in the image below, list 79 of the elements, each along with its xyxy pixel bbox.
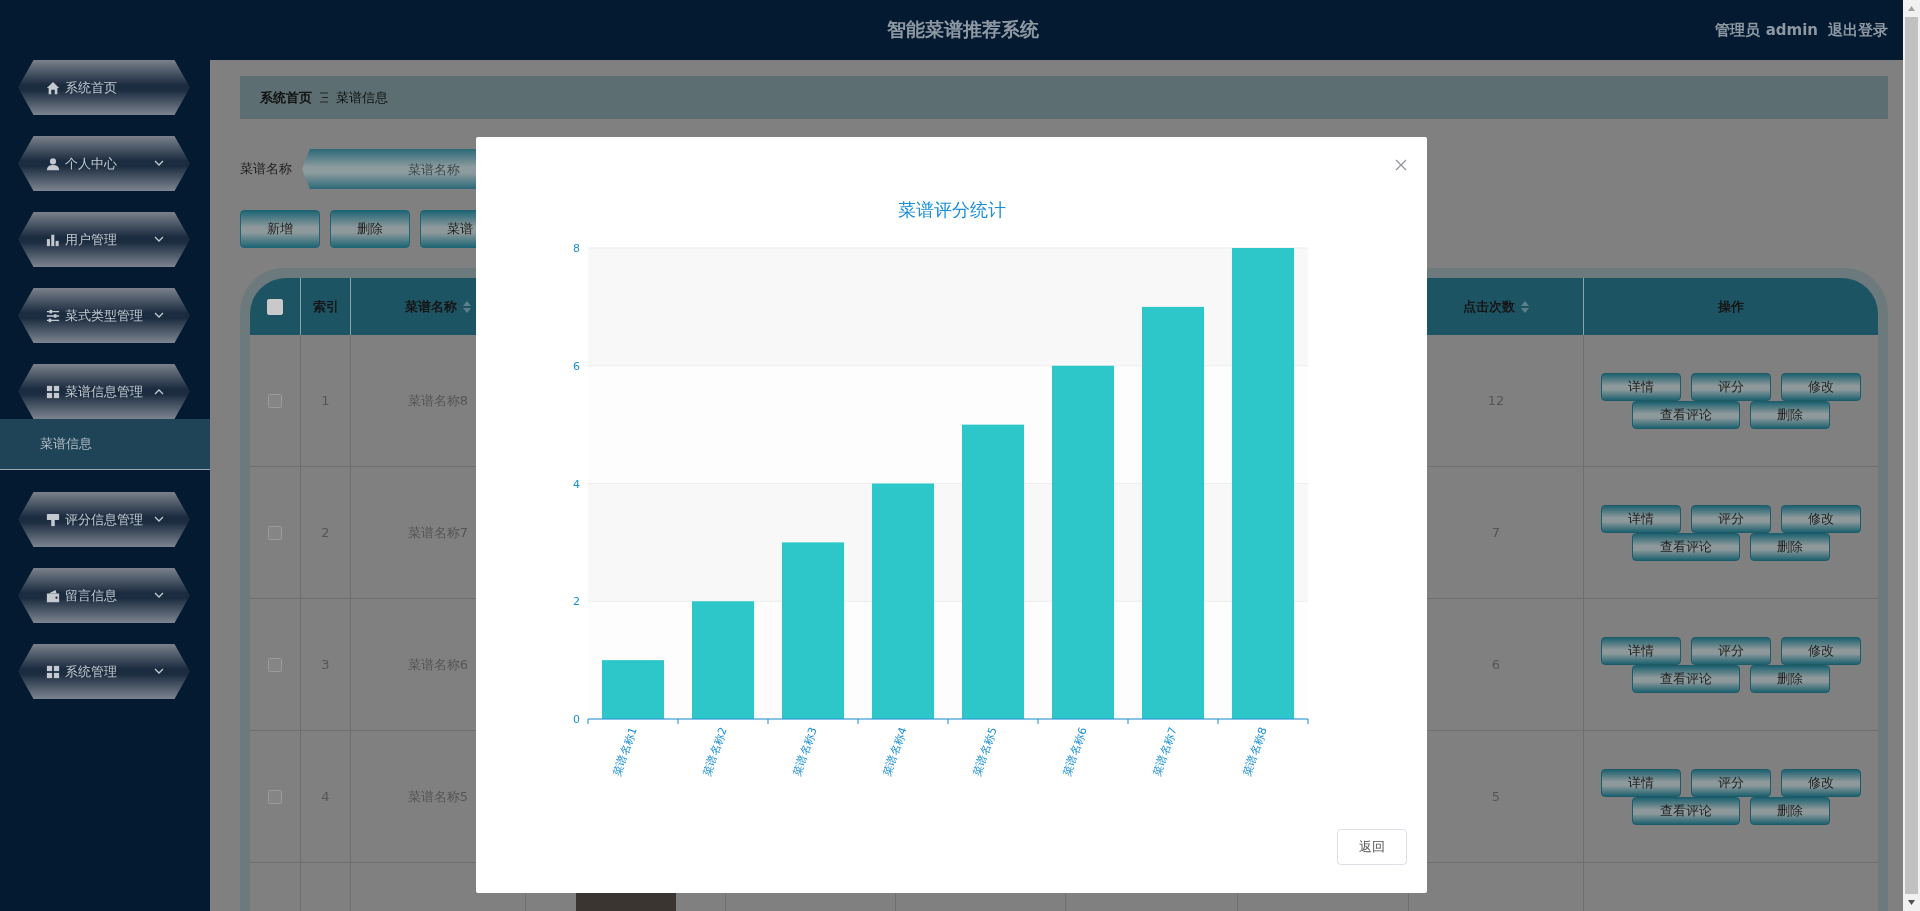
- menu-item[interactable]: 留言信息: [18, 568, 190, 623]
- menu-item[interactable]: 评分信息管理: [18, 492, 190, 547]
- menu-item[interactable]: 菜式类型管理: [18, 288, 190, 343]
- breadcrumb-item[interactable]: 系统首页: [260, 88, 312, 107]
- sliders-icon: [46, 308, 60, 323]
- close-icon[interactable]: [1395, 158, 1407, 171]
- action-button[interactable]: 评分: [1691, 768, 1771, 797]
- x-tick-label: 菜谱名称8: [1240, 725, 1270, 778]
- toolbar-button[interactable]: 删除: [330, 210, 410, 248]
- bar-chart-icon: [46, 232, 60, 247]
- user-icon: [46, 156, 60, 171]
- action-button[interactable]: 查看评论: [1632, 532, 1740, 561]
- x-tick-label: 菜谱名称3: [790, 725, 820, 778]
- action-button[interactable]: 修改: [1781, 768, 1861, 797]
- action-button[interactable]: 详情: [1601, 372, 1681, 401]
- sort-icon[interactable]: [1521, 300, 1529, 313]
- chevron-icon: [154, 312, 164, 319]
- menu-item[interactable]: 个人中心: [18, 136, 190, 191]
- home-icon: [46, 80, 60, 95]
- x-tick-label: 菜谱名称2: [700, 725, 730, 778]
- action-button[interactable]: 评分: [1691, 372, 1771, 401]
- menu-item[interactable]: 系统管理: [18, 644, 190, 699]
- search-label: 菜谱名称: [240, 160, 292, 178]
- x-tick-label: 菜谱名称1: [610, 725, 640, 778]
- checkbox[interactable]: [268, 657, 282, 672]
- menu-item[interactable]: 系统首页: [18, 60, 190, 115]
- back-button[interactable]: 返回: [1337, 829, 1407, 865]
- checkbox[interactable]: [268, 525, 282, 540]
- breadcrumb-item[interactable]: 菜谱信息: [336, 88, 388, 107]
- chevron-icon: [154, 668, 164, 675]
- menu-item[interactable]: 用户管理: [18, 212, 190, 267]
- checkbox[interactable]: [267, 298, 283, 315]
- wallet-icon: [46, 588, 60, 603]
- action-button[interactable]: 修改: [1781, 372, 1861, 401]
- x-tick-label: 菜谱名称6: [1060, 725, 1090, 778]
- action-button[interactable]: 详情: [1601, 504, 1681, 533]
- separator-icon: [320, 92, 328, 103]
- y-tick-label: 2: [573, 595, 580, 609]
- chevron-icon: [154, 592, 164, 599]
- y-tick-label: 8: [573, 242, 580, 255]
- stamp-icon: [46, 512, 60, 527]
- bar: [601, 660, 665, 719]
- checkbox[interactable]: [268, 393, 282, 408]
- action-button[interactable]: 查看评论: [1632, 796, 1740, 825]
- scrollbar[interactable]: [1903, 0, 1920, 911]
- y-tick-label: 4: [573, 477, 580, 491]
- action-button[interactable]: 修改: [1781, 504, 1861, 533]
- action-button[interactable]: 删除: [1750, 664, 1830, 693]
- action-button[interactable]: 修改: [1781, 636, 1861, 665]
- logout-link[interactable]: 退出登录: [1828, 20, 1888, 40]
- action-button[interactable]: 详情: [1601, 636, 1681, 665]
- action-button[interactable]: 删除: [1750, 400, 1830, 429]
- action-button[interactable]: 评分: [1691, 504, 1771, 533]
- chevron-icon: [154, 160, 164, 167]
- scrollbar-thumb[interactable]: [1905, 17, 1918, 894]
- action-button[interactable]: 评分: [1691, 636, 1771, 665]
- toolbar-button[interactable]: 新增: [240, 210, 320, 248]
- user-label: 管理员 admin: [1715, 20, 1818, 40]
- action-button[interactable]: 详情: [1601, 768, 1681, 797]
- chevron-icon: [154, 388, 164, 395]
- chevron-icon: [154, 236, 164, 243]
- action-button[interactable]: 查看评论: [1632, 664, 1740, 693]
- app-title: 智能菜谱推荐系统: [885, 17, 1040, 42]
- x-tick-label: 菜谱名称5: [970, 725, 1000, 778]
- x-tick-label: 菜谱名称7: [1150, 725, 1180, 778]
- action-button[interactable]: 查看评论: [1632, 400, 1740, 429]
- action-button[interactable]: 删除: [1750, 796, 1830, 825]
- submenu-item[interactable]: 菜谱信息: [0, 419, 210, 470]
- menu-item[interactable]: 菜谱信息管理: [18, 364, 190, 419]
- action-button[interactable]: 删除: [1750, 532, 1830, 561]
- grid-icon: [46, 384, 60, 399]
- checkbox[interactable]: [268, 789, 282, 804]
- chevron-icon: [154, 516, 164, 523]
- grid-icon: [46, 664, 60, 679]
- y-tick-label: 6: [573, 359, 580, 373]
- y-tick-label: 0: [573, 713, 580, 726]
- sort-icon[interactable]: [463, 300, 471, 313]
- chart-title: 菜谱评分统计: [896, 198, 1007, 222]
- x-tick-label: 菜谱名称4: [880, 725, 910, 778]
